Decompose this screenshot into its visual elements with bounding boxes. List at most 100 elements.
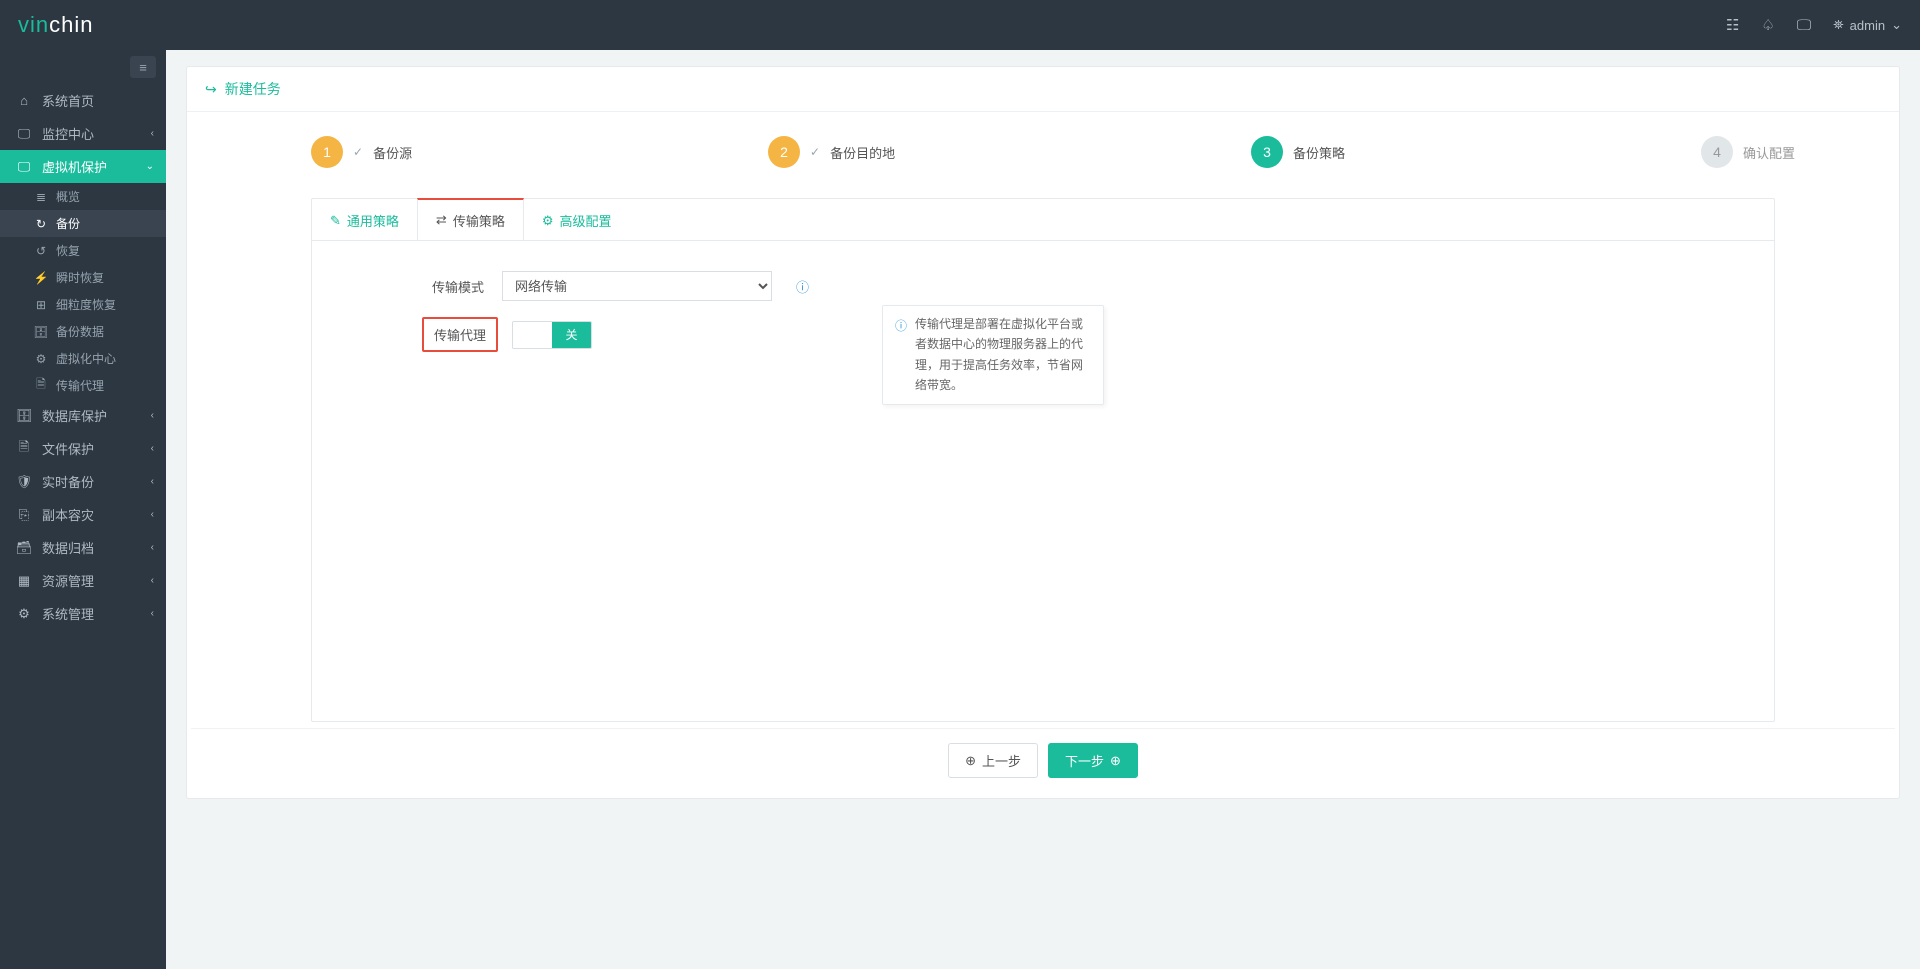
db-icon: 🗄	[14, 408, 34, 424]
grid-icon: ⊞	[32, 298, 50, 312]
archive-icon: 🗃	[14, 540, 34, 556]
brand-logo: vinchin	[18, 12, 93, 38]
toggle-on-half	[513, 322, 552, 348]
panel-heading: ↪ 新建任务	[187, 67, 1899, 112]
data-icon: 🗄	[32, 325, 50, 339]
label-transfer-mode: 传输模式	[422, 277, 502, 296]
sub-item-backup-data[interactable]: 🗄备份数据	[0, 318, 166, 345]
share-icon: ↪	[205, 81, 217, 98]
backup-icon: ↻	[32, 217, 50, 231]
arrow-left-icon: ⊕	[965, 753, 976, 769]
sidebar-item-file[interactable]: 🗎文件保护‹	[0, 432, 166, 465]
sub-item-backup[interactable]: ↻备份	[0, 210, 166, 237]
top-navbar: vinchin ☷ ♤ 🖵 ⛯ admin ⌄	[0, 0, 1920, 50]
sub-item-overview[interactable]: ≣概览	[0, 183, 166, 210]
page-title: 新建任务	[225, 79, 281, 99]
chevron-down-icon: ⌄	[1891, 17, 1902, 33]
select-transfer-mode[interactable]: 网络传输	[502, 271, 772, 301]
panel-body: 1 ✓ 备份源 2 ✓ 备份目的地 3 备份策略 4 确认配置	[187, 112, 1899, 798]
gear-icon: ⚙	[14, 606, 34, 622]
file-icon: 🗎	[32, 375, 50, 396]
sidebar-item-system[interactable]: ⚙系统管理‹	[0, 597, 166, 630]
shield-icon: 🛡	[14, 474, 34, 490]
panel-new-task: ↪ 新建任务 1 ✓ 备份源 2 ✓ 备份目的地 3 备份策略	[186, 66, 1900, 799]
sidebar-item-cdp[interactable]: 🛡实时备份‹	[0, 465, 166, 498]
step-num: 1	[311, 136, 343, 168]
flash-icon: ⚡	[32, 271, 50, 285]
arrow-right-icon: ⊕	[1110, 753, 1121, 769]
chevron-icon: ‹	[151, 410, 154, 421]
chevron-icon: ‹	[151, 443, 154, 454]
step-num: 3	[1251, 136, 1283, 168]
sidebar-item-monitor[interactable]: 🖵监控中心‹	[0, 117, 166, 150]
tab-advanced[interactable]: ⚙高级配置	[524, 199, 630, 240]
chevron-down-icon: ⌄	[146, 161, 154, 172]
vm-icon: 🖵	[14, 159, 34, 175]
tab-transfer[interactable]: ⇄传输策略	[417, 198, 524, 240]
grid-icon: ▦	[14, 573, 34, 589]
user-icon: ⛯	[1833, 17, 1843, 33]
gear-icon: ⚙	[542, 213, 554, 229]
check-icon: ✓	[353, 145, 363, 159]
file-icon: 🗎	[14, 438, 34, 460]
chevron-icon: ‹	[151, 476, 154, 487]
sub-item-proxy[interactable]: 🗎传输代理	[0, 372, 166, 399]
sidebar-item-home[interactable]: ⌂系统首页	[0, 84, 166, 117]
sidebar-item-resource[interactable]: ▦资源管理‹	[0, 564, 166, 597]
sidebar-item-replica[interactable]: ⎘副本容灾‹	[0, 498, 166, 531]
chevron-icon: ‹	[151, 542, 154, 553]
prev-button[interactable]: ⊕上一步	[948, 743, 1038, 778]
sidebar-toggle-row: ≡	[0, 50, 166, 84]
sub-item-granular[interactable]: ⊞细粒度恢复	[0, 291, 166, 318]
gear-icon: ⚙	[32, 352, 50, 366]
label-transfer-proxy: 传输代理	[422, 317, 498, 352]
user-name: admin	[1850, 18, 1885, 33]
list-icon[interactable]: ☷	[1726, 16, 1739, 34]
tab-general[interactable]: ✎通用策略	[312, 199, 417, 240]
sidebar-item-vm-protect[interactable]: 🖵虚拟机保护⌄	[0, 150, 166, 183]
tab-bar: ✎通用策略 ⇄传输策略 ⚙高级配置	[312, 199, 1774, 241]
sidebar-collapse-button[interactable]: ≡	[130, 56, 156, 78]
step-num: 4	[1701, 136, 1733, 168]
wizard-footer: ⊕上一步 下一步⊕	[191, 728, 1895, 792]
info-icon: ⓘ	[895, 314, 907, 396]
row-transfer-mode: 传输模式 网络传输 ⓘ	[422, 271, 1754, 301]
bell-icon[interactable]: ♤	[1761, 16, 1774, 34]
user-menu[interactable]: ⛯ admin ⌄	[1833, 17, 1902, 33]
tab-content: 传输模式 网络传输 ⓘ 传输代理 关 ⓘ	[312, 241, 1774, 721]
sidebar-item-archive[interactable]: 🗃数据归档‹	[0, 531, 166, 564]
toggle-transfer-proxy[interactable]: 关	[512, 321, 592, 349]
monitor-icon[interactable]: 🖵	[1797, 17, 1811, 34]
tooltip-text: 传输代理是部署在虚拟化平台或者数据中心的物理服务器上的代理，用于提高任务效率，节…	[915, 314, 1091, 396]
next-button[interactable]: 下一步⊕	[1048, 743, 1138, 778]
step-num: 2	[768, 136, 800, 168]
toggle-off-half: 关	[552, 322, 591, 348]
tooltip-proxy: ⓘ 传输代理是部署在虚拟化平台或者数据中心的物理服务器上的代理，用于提高任务效率…	[882, 305, 1104, 405]
wizard-steps: 1 ✓ 备份源 2 ✓ 备份目的地 3 备份策略 4 确认配置	[191, 136, 1895, 168]
tab-container: ✎通用策略 ⇄传输策略 ⚙高级配置 传输模式 网络传输 ⓘ 传输代理	[311, 198, 1775, 722]
step-destination[interactable]: 2 ✓ 备份目的地	[768, 136, 895, 168]
pencil-icon: ✎	[330, 213, 341, 229]
restore-icon: ↺	[32, 244, 50, 258]
sidebar: ≡ ⌂系统首页 🖵监控中心‹ 🖵虚拟机保护⌄ ≣概览 ↻备份 ↺恢复 ⚡瞬时恢复…	[0, 50, 166, 969]
sidebar-item-db[interactable]: 🗄数据库保护‹	[0, 399, 166, 432]
swap-icon: ⇄	[436, 212, 447, 228]
step-strategy[interactable]: 3 备份策略	[1251, 136, 1345, 168]
nav-right: ☷ ♤ 🖵 ⛯ admin ⌄	[1726, 16, 1902, 34]
sub-item-restore[interactable]: ↺恢复	[0, 237, 166, 264]
sub-item-virtcenter[interactable]: ⚙虚拟化中心	[0, 345, 166, 372]
sub-item-instant[interactable]: ⚡瞬时恢复	[0, 264, 166, 291]
copy-icon: ⎘	[14, 507, 34, 523]
chevron-icon: ‹	[151, 128, 154, 139]
monitor-icon: 🖵	[14, 126, 34, 142]
chevron-icon: ‹	[151, 575, 154, 586]
step-confirm[interactable]: 4 确认配置	[1701, 136, 1795, 168]
main-content: ↪ 新建任务 1 ✓ 备份源 2 ✓ 备份目的地 3 备份策略	[166, 50, 1920, 815]
check-icon: ✓	[810, 145, 820, 159]
home-icon: ⌂	[14, 93, 34, 108]
info-icon[interactable]: ⓘ	[796, 277, 809, 296]
list-icon: ≣	[32, 190, 50, 204]
chevron-icon: ‹	[151, 509, 154, 520]
step-source[interactable]: 1 ✓ 备份源	[311, 136, 412, 168]
chevron-icon: ‹	[151, 608, 154, 619]
